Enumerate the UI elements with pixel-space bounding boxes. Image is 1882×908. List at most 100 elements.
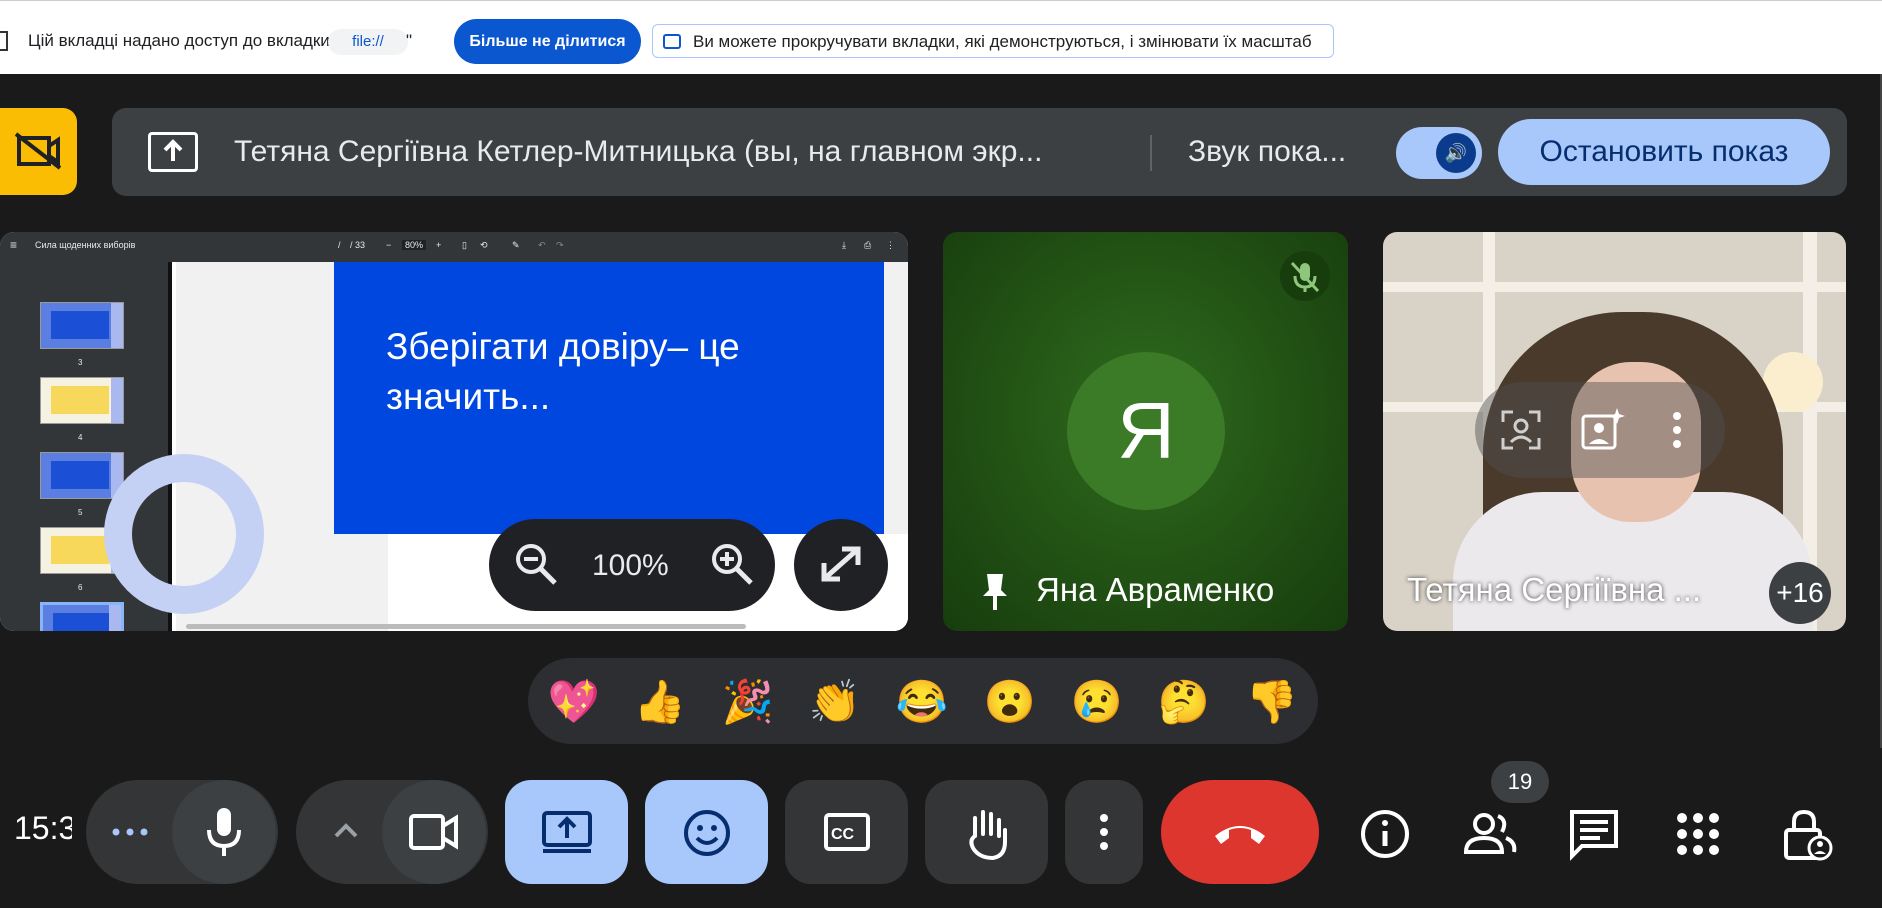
tab-share-icon [0, 31, 8, 51]
zoom-level: 100% [592, 549, 669, 582]
more-options-button[interactable] [1065, 780, 1143, 884]
thumbnail-4[interactable] [40, 377, 124, 424]
hand-icon [969, 810, 1007, 860]
presenting-title: Тетяна Сергіївна Кетлер-Митницька (вы, н… [234, 135, 1043, 168]
thumbnail-number: 6 [78, 583, 83, 592]
chevron-up-icon[interactable] [330, 818, 362, 842]
audio-options-icon[interactable] [110, 820, 150, 844]
pdf-doc-title: Сила щоденних виборів [35, 240, 136, 250]
camera-off-icon [14, 132, 62, 170]
audio-share-toggle[interactable]: 🔊 [1396, 127, 1482, 179]
camera-button[interactable] [382, 780, 486, 884]
rotate-icon[interactable]: ⟲ [480, 240, 488, 251]
reaction-thumbs-down[interactable]: 👎 [1244, 674, 1300, 730]
present-to-all-icon [542, 811, 592, 853]
thumbnail-3[interactable] [40, 302, 124, 349]
more-vert-icon[interactable] [1667, 408, 1687, 452]
reaction-clap[interactable]: 👏 [807, 674, 863, 730]
thumbnail-7[interactable] [40, 602, 124, 631]
emoji-icon [684, 810, 730, 856]
mic-control-group [86, 780, 278, 884]
chat-icon[interactable] [1566, 806, 1622, 862]
camera-icon [409, 814, 458, 850]
screen-share-icon [663, 34, 681, 49]
infobar-quote: " [406, 31, 413, 50]
mic-off-icon [1280, 251, 1330, 301]
scroll-note: Ви можете прокручувати вкладки, які демо… [652, 24, 1334, 58]
slide-decor-ring [104, 454, 264, 614]
presenting-bar: Тетяна Сергіївна Кетлер-Митницька (вы, н… [112, 108, 1847, 196]
meeting-info-icon[interactable] [1357, 806, 1413, 862]
reaction-laugh[interactable]: 😂 [894, 674, 950, 730]
speaker-icon: 🔊 [1436, 133, 1476, 173]
pdf-zoom-field[interactable]: 80% [402, 240, 427, 250]
pdf-page-current[interactable]: / [338, 240, 341, 250]
pdf-toolbar: ≡ Сила щоденних виборів / / 33 − 80% + ▯… [0, 232, 908, 262]
microphone-icon [207, 808, 241, 856]
effects-icon[interactable] [1579, 406, 1625, 452]
captions-icon: CC [824, 813, 870, 851]
framing-icon[interactable] [1499, 408, 1543, 452]
participant-tile-tetiana[interactable]: Тетяна Сергіївна ... +16 [1383, 232, 1846, 631]
thumbnail-number: 4 [78, 433, 83, 442]
camera-off-indicator[interactable] [0, 108, 77, 195]
infobar-text: Цій вкладці надано доступ до вкладки " [28, 31, 341, 50]
pdf-page-total: / 33 [350, 240, 366, 250]
pdf-zoom-out-icon[interactable]: − [386, 240, 391, 250]
annotate-icon[interactable]: ✎ [512, 240, 520, 251]
more-participants-badge[interactable]: +16 [1769, 562, 1831, 624]
print-icon[interactable]: ⎙ [864, 240, 871, 251]
people-count-badge: 19 [1491, 761, 1549, 803]
fit-page-icon[interactable]: ▯ [462, 240, 467, 251]
microphone-button[interactable] [172, 780, 276, 884]
thumbnail-5[interactable] [40, 452, 124, 499]
activities-icon[interactable] [1670, 806, 1726, 862]
undo-icon[interactable]: ↶ [538, 240, 546, 251]
reactions-bar: 💖 👍 🎉 👏 😂 😮 😢 🤔 👎 [528, 658, 1318, 744]
reaction-surprised[interactable]: 😮 [982, 674, 1038, 730]
zoom-in-icon[interactable] [709, 541, 755, 587]
participant-name: Тетяна Сергіївна ... [1407, 571, 1702, 608]
pdf-zoom-in-icon[interactable]: + [436, 240, 441, 250]
divider [1150, 135, 1152, 171]
present-screen-icon [148, 132, 198, 172]
fullscreen-button[interactable] [794, 519, 888, 611]
pin-icon[interactable] [981, 572, 1009, 612]
menu-icon[interactable]: ≡ [10, 238, 17, 252]
meeting-clock: 15:3 [14, 810, 72, 846]
camera-control-group [296, 780, 488, 884]
shared-tab-chip: file:// [328, 29, 408, 55]
zoom-controls: 100% [489, 519, 775, 611]
thumbnail-number: 5 [78, 508, 83, 517]
captions-button[interactable]: CC [785, 780, 908, 884]
leave-call-button[interactable] [1161, 780, 1319, 884]
scroll-note-text: Ви можете прокручувати вкладки, які демо… [693, 32, 1312, 51]
phone-hangup-icon [1215, 826, 1265, 844]
participant-tile-yana[interactable]: Я Яна Авраменко [943, 232, 1348, 631]
present-button[interactable] [505, 780, 628, 884]
zoom-out-icon[interactable] [513, 541, 559, 587]
audio-share-label: Звук пока... [1188, 135, 1347, 168]
download-icon[interactable]: ⤓ [842, 240, 846, 251]
avatar: Я [1067, 352, 1225, 510]
reaction-sad[interactable]: 😢 [1069, 674, 1125, 730]
stop-presenting-button[interactable]: Остановить показ [1498, 119, 1830, 185]
host-controls-icon[interactable] [1778, 806, 1834, 862]
reaction-party[interactable]: 🎉 [720, 674, 776, 730]
participant-name: Яна Авраменко [1036, 571, 1275, 608]
redo-icon[interactable]: ↷ [556, 240, 564, 251]
reactions-button[interactable] [645, 780, 768, 884]
slide-text: Зберігати довіру– це значить... [386, 326, 740, 417]
more-vert-icon [1100, 814, 1108, 850]
svg-text:CC: CC [831, 826, 855, 843]
reaction-thumbs-up[interactable]: 👍 [632, 674, 688, 730]
reaction-thinking[interactable]: 🤔 [1156, 674, 1212, 730]
raise-hand-button[interactable] [925, 780, 1048, 884]
stop-sharing-button[interactable]: Більше не ділитися [454, 19, 641, 64]
people-icon[interactable] [1462, 806, 1518, 862]
reaction-heart[interactable]: 💖 [546, 674, 602, 730]
tile-hover-controls [1475, 382, 1725, 478]
pdf-horizontal-scrollbar[interactable] [186, 624, 746, 629]
expand-icon [821, 546, 861, 582]
more-options-icon[interactable]: ⋮ [886, 240, 895, 251]
